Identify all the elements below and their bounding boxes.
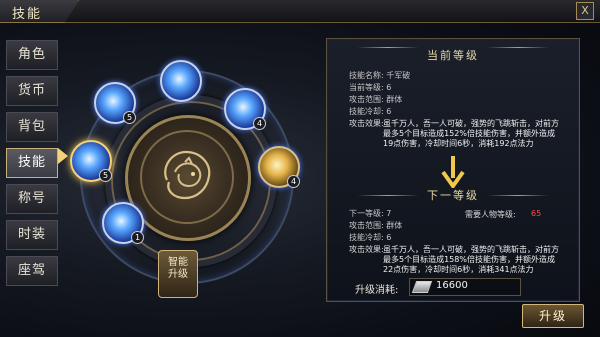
label: 攻击范围: — [349, 221, 384, 230]
skill-slot-5[interactable]: 1 — [102, 202, 144, 244]
skill-level-badge: 5 — [123, 111, 136, 124]
row-next-cooldown: 技能冷却: 6 — [349, 233, 391, 243]
sidebar-item-fashion[interactable]: 时装 — [6, 220, 58, 250]
skill-slot-1[interactable]: 5 — [94, 82, 136, 124]
page-title: 技能 — [12, 7, 43, 22]
row-next-level: 下一等级: 7 — [349, 209, 391, 219]
silver-ingot-icon — [411, 281, 433, 293]
close-button[interactable]: X — [576, 2, 594, 20]
label: 技能名称: — [349, 71, 384, 80]
current-effect-text: 虽千万人，吾一人可破，强势的飞跳斩击，对前方最多5个目标造成152%倍技能伤害，… — [383, 119, 559, 148]
skill-slot-selected[interactable]: 5 — [70, 140, 112, 182]
label: 技能冷却: — [349, 107, 384, 116]
skill-level-badge: 4 — [253, 117, 266, 130]
top-bar: 技能 X — [0, 0, 600, 23]
sidebar-item-role[interactable]: 角色 — [6, 40, 58, 70]
next-effect-text: 虽千万人，吾一人可破，强势的飞跳斩击，对前方最多5个目标造成158%倍技能伤害，… — [383, 245, 559, 274]
value: 6 — [386, 83, 392, 92]
label: 技能冷却: — [349, 233, 384, 242]
smart-upgrade-label-line2: 升级 — [168, 269, 188, 280]
current-level-title: 当前等级 — [427, 49, 479, 62]
sidebar-item-backpack[interactable]: 背包 — [6, 112, 58, 142]
value: 群体 — [386, 95, 403, 104]
sidebar-item-mount[interactable]: 座驾 — [6, 256, 58, 286]
row-effect-label: 攻击效果: — [349, 119, 384, 128]
upgrade-cost-label: 升级消耗: — [355, 285, 399, 296]
row-cooldown: 技能冷却: 6 — [349, 107, 391, 117]
skill-wheel: 5 5 4 4 1 智能 升级 — [70, 60, 300, 298]
next-level-title: 下一等级 — [427, 189, 479, 202]
row-next-effect-label: 攻击效果: — [349, 245, 384, 254]
value: 千军破 — [386, 71, 411, 80]
required-level-label: 需要人物等级: — [465, 210, 516, 219]
sidebar-item-currency[interactable]: 货币 — [6, 76, 58, 106]
selection-arrow-icon — [58, 148, 68, 164]
row-skill-name: 技能名称: 千军破 — [349, 71, 410, 81]
skill-slot-4[interactable]: 4 — [258, 146, 300, 188]
sidebar-item-title[interactable]: 称号 — [6, 184, 58, 214]
value: 6 — [386, 107, 392, 116]
label: 当前等级: — [349, 83, 384, 92]
value: 7 — [386, 209, 392, 218]
dragon-icon — [164, 150, 211, 200]
label: 下一等级: — [349, 209, 384, 218]
skill-level-badge: 4 — [287, 175, 300, 188]
row-range: 攻击范围: 群体 — [349, 95, 402, 105]
row-current-level: 当前等级: 6 — [349, 83, 391, 93]
sidebar-item-skills[interactable]: 技能 — [6, 148, 58, 178]
value: 群体 — [386, 221, 403, 230]
row-next-range: 攻击范围: 群体 — [349, 221, 402, 231]
label: 攻击范围: — [349, 95, 384, 104]
upgrade-cost-box: 16600 — [409, 278, 521, 296]
required-level-value: 65 — [531, 209, 542, 218]
upgrade-cost-value: 16600 — [436, 280, 468, 291]
down-arrow-icon — [441, 156, 465, 188]
upgrade-button[interactable]: 升级 — [522, 304, 584, 328]
skill-level-badge: 5 — [99, 169, 112, 182]
smart-upgrade-label-line1: 智能 — [168, 257, 188, 268]
smart-upgrade-button[interactable]: 智能 升级 — [158, 250, 198, 298]
value: 6 — [386, 233, 392, 242]
skill-slot-3[interactable]: 4 — [224, 88, 266, 130]
skill-slot-2[interactable] — [160, 60, 202, 102]
skill-level-badge: 1 — [131, 231, 144, 244]
skill-detail-panel: 当前等级 技能名称: 千军破 当前等级: 6 攻击范围: 群体 技能冷却: 6 … — [326, 38, 580, 302]
